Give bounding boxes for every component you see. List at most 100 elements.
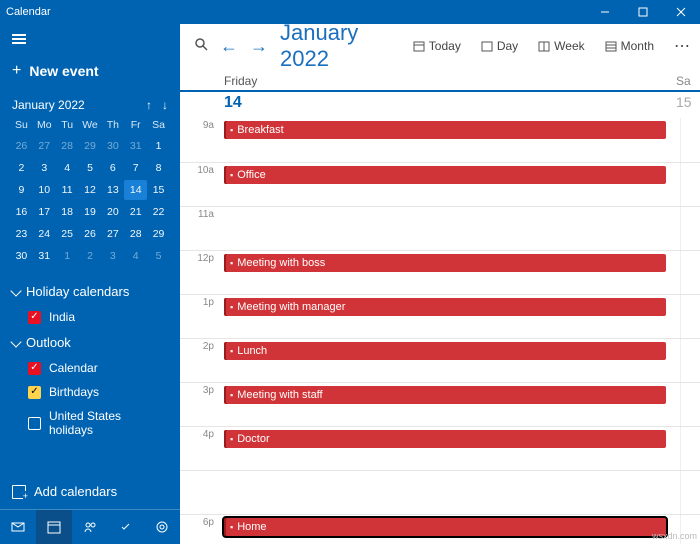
checkbox[interactable]: ✓	[28, 311, 41, 324]
prev-button[interactable]: ←	[220, 36, 238, 57]
close-button[interactable]	[662, 0, 700, 24]
mini-day[interactable]: 1	[147, 136, 170, 156]
mini-day[interactable]: 28	[124, 224, 147, 244]
day-cell[interactable]: ▪Lunch	[220, 339, 680, 382]
mini-day[interactable]: 23	[10, 224, 33, 244]
day-cell[interactable]: ▪Home	[220, 515, 680, 544]
mini-day[interactable]: 18	[56, 202, 79, 222]
mini-month-label[interactable]: January 2022	[12, 98, 85, 112]
date-15[interactable]: 15	[676, 92, 700, 110]
mini-day[interactable]: 5	[147, 246, 170, 266]
mini-day[interactable]: 7	[124, 158, 147, 178]
settings-button[interactable]	[144, 510, 180, 544]
sat-cell[interactable]	[680, 118, 700, 162]
checkbox[interactable]: ✓	[28, 362, 41, 375]
calendar-item[interactable]: ✓Birthdays	[0, 380, 180, 404]
day-cell[interactable]	[220, 207, 680, 250]
mini-day[interactable]: 11	[56, 180, 79, 200]
mini-day[interactable]: 24	[33, 224, 56, 244]
mini-day[interactable]: 4	[124, 246, 147, 266]
event[interactable]: ▪Home	[224, 518, 666, 536]
sat-cell[interactable]	[680, 339, 700, 382]
day-cell[interactable]: ▪Doctor	[220, 427, 680, 470]
mini-day[interactable]: 5	[79, 158, 102, 178]
mini-day[interactable]: 30	[101, 136, 124, 156]
mini-day[interactable]: 27	[101, 224, 124, 244]
mini-day[interactable]: 28	[56, 136, 79, 156]
sat-cell[interactable]	[680, 163, 700, 206]
mini-day[interactable]: 1	[56, 246, 79, 266]
sat-cell[interactable]	[680, 207, 700, 250]
mini-day[interactable]: 21	[124, 202, 147, 222]
people-button[interactable]	[72, 510, 108, 544]
mini-day[interactable]: 2	[10, 158, 33, 178]
day-view-button[interactable]: Day	[477, 37, 522, 55]
day-cell[interactable]: ▪Meeting with staff	[220, 383, 680, 426]
mini-day[interactable]: 26	[79, 224, 102, 244]
more-button[interactable]: ⋯	[670, 36, 694, 56]
mini-day[interactable]: 17	[33, 202, 56, 222]
mini-day[interactable]: 12	[79, 180, 102, 200]
mini-day[interactable]: 4	[56, 158, 79, 178]
day-cell[interactable]: ▪Breakfast	[220, 118, 680, 162]
next-button[interactable]: →	[250, 36, 268, 57]
mini-day[interactable]: 9	[10, 180, 33, 200]
calendar-item[interactable]: ✓India	[0, 305, 180, 329]
mini-day[interactable]: 31	[33, 246, 56, 266]
hamburger-button[interactable]	[0, 24, 180, 54]
event[interactable]: ▪Lunch	[224, 342, 666, 360]
mini-day[interactable]: 6	[101, 158, 124, 178]
mini-day[interactable]: 30	[10, 246, 33, 266]
sat-cell[interactable]	[680, 251, 700, 294]
sat-cell[interactable]	[680, 427, 700, 470]
calendar-item[interactable]: ✓Calendar	[0, 356, 180, 380]
search-button[interactable]	[194, 37, 208, 56]
mini-day[interactable]: 27	[33, 136, 56, 156]
week-view-button[interactable]: Week	[534, 37, 588, 55]
day-cell[interactable]: ▪Meeting with manager	[220, 295, 680, 338]
mini-day[interactable]: 13	[101, 180, 124, 200]
mini-day[interactable]: 3	[33, 158, 56, 178]
day-cell[interactable]	[220, 471, 680, 514]
sat-cell[interactable]	[680, 471, 700, 514]
sat-cell[interactable]	[680, 383, 700, 426]
mini-day[interactable]: 8	[147, 158, 170, 178]
calendar-button[interactable]	[36, 510, 72, 544]
new-event-button[interactable]: + New event	[0, 54, 180, 94]
mini-day[interactable]: 20	[101, 202, 124, 222]
day-cell[interactable]: ▪Office	[220, 163, 680, 206]
event[interactable]: ▪Meeting with boss	[224, 254, 666, 272]
mail-button[interactable]	[0, 510, 36, 544]
checkbox[interactable]	[28, 417, 41, 430]
todo-button[interactable]	[108, 510, 144, 544]
event[interactable]: ▪Doctor	[224, 430, 666, 448]
mini-day[interactable]: 15	[147, 180, 170, 200]
section-header[interactable]: Outlook	[0, 329, 180, 356]
add-calendars-button[interactable]: Add calendars	[0, 474, 180, 509]
maximize-button[interactable]	[624, 0, 662, 24]
mini-day[interactable]: 29	[147, 224, 170, 244]
mini-day[interactable]: 22	[147, 202, 170, 222]
today-button[interactable]: Today	[409, 37, 465, 55]
date-14[interactable]: 14	[220, 92, 676, 114]
mini-day[interactable]: 31	[124, 136, 147, 156]
page-title[interactable]: January 2022	[280, 24, 397, 72]
mini-day[interactable]: 29	[79, 136, 102, 156]
mini-day[interactable]: 3	[101, 246, 124, 266]
day-cell[interactable]: ▪Meeting with boss	[220, 251, 680, 294]
event[interactable]: ▪Meeting with manager	[224, 298, 666, 316]
month-view-button[interactable]: Month	[601, 37, 658, 55]
mini-day[interactable]: 10	[33, 180, 56, 200]
sat-cell[interactable]	[680, 295, 700, 338]
mini-day[interactable]: 25	[56, 224, 79, 244]
mini-prev-button[interactable]: ↑	[146, 98, 152, 112]
section-header[interactable]: Holiday calendars	[0, 278, 180, 305]
checkbox[interactable]: ✓	[28, 386, 41, 399]
mini-day[interactable]: 2	[79, 246, 102, 266]
event[interactable]: ▪Office	[224, 166, 666, 184]
minimize-button[interactable]	[586, 0, 624, 24]
event[interactable]: ▪Breakfast	[224, 121, 666, 139]
mini-day[interactable]: 26	[10, 136, 33, 156]
event[interactable]: ▪Meeting with staff	[224, 386, 666, 404]
mini-next-button[interactable]: ↓	[162, 98, 168, 112]
